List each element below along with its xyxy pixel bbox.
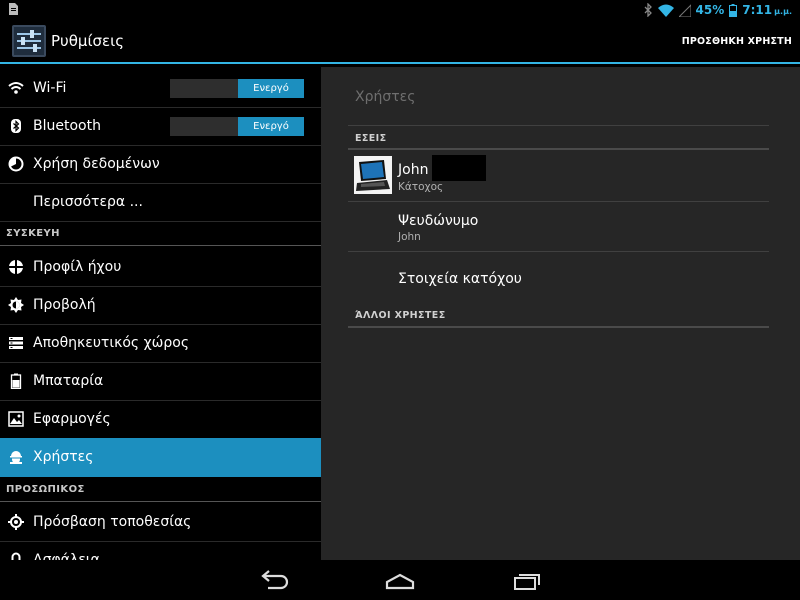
sidebar-item-data-usage[interactable]: Χρήση δεδομένων	[0, 145, 321, 184]
toggle-on-label: Ενεργό	[238, 79, 304, 98]
location-icon	[8, 514, 24, 530]
back-icon[interactable]	[254, 568, 294, 594]
sidebar-item-label: Προβολή	[33, 297, 96, 313]
wifi-icon	[8, 82, 24, 94]
settings-app-icon[interactable]	[12, 25, 46, 57]
data-usage-icon	[8, 156, 24, 172]
sidebar-item-label: Πρόσβαση τοποθεσίας	[33, 514, 192, 530]
storage-icon	[9, 337, 23, 349]
clock: 7:11 μ.μ.	[742, 3, 792, 17]
sidebar-item-sound[interactable]: Προφίλ ήχου	[0, 248, 321, 287]
sidebar-item-label: Χρήση δεδομένων	[33, 156, 160, 172]
pane-title: Χρήστες	[355, 89, 416, 105]
lock-icon	[11, 552, 21, 560]
cell-signal-icon	[678, 3, 691, 17]
owner-name: John	[398, 162, 429, 178]
divider	[0, 245, 321, 246]
wifi-status-icon	[657, 4, 674, 17]
divider	[348, 125, 769, 126]
redacted-surname	[432, 155, 486, 181]
apps-icon	[8, 411, 24, 427]
sidebar-item-security[interactable]: Ασφάλεια	[0, 541, 321, 560]
sidebar-item-bluetooth[interactable]: Bluetooth Ενεργό	[0, 107, 321, 146]
sidebar-item-more[interactable]: Περισσότερα ...	[0, 183, 321, 222]
settings-sidebar: Wi-Fi Ενεργό Bluetooth Ενεργό Χρήση δεδο…	[0, 67, 321, 560]
section-header-personal: ΠΡΟΣΩΠΙΚΟΣ	[6, 484, 85, 495]
bluetooth-icon	[11, 119, 21, 133]
sidebar-item-display[interactable]: Προβολή	[0, 286, 321, 325]
sidebar-item-wifi[interactable]: Wi-Fi Ενεργό	[0, 69, 321, 108]
action-bar: Ρυθμίσεις ΠΡΟΣΘΗΚΗ ΧΡΗΣΤΗ	[0, 20, 800, 64]
recent-apps-icon[interactable]	[507, 568, 547, 594]
sidebar-item-storage[interactable]: Αποθηκευτικός χώρος	[0, 324, 321, 363]
sidebar-item-location[interactable]: Πρόσβαση τοποθεσίας	[0, 503, 321, 542]
users-detail-pane: Χρήστες ΕΣΕΙΣ John Κάτοχος Ψευδώνυμο Joh…	[321, 67, 800, 560]
section-header-device: ΣΥΣΚΕΥΗ	[6, 228, 60, 239]
section-header-you: ΕΣΕΙΣ	[355, 133, 387, 144]
divider	[0, 501, 321, 502]
sidebar-item-label: Προφίλ ήχου	[33, 259, 122, 275]
status-bar: 45% 7:11 μ.μ.	[0, 0, 800, 20]
display-brightness-icon	[8, 297, 24, 313]
add-user-button[interactable]: ΠΡΟΣΘΗΚΗ ΧΡΗΣΤΗ	[682, 36, 792, 47]
sidebar-item-label: Μπαταρία	[33, 373, 104, 389]
sidebar-item-label: Bluetooth	[33, 118, 101, 134]
notification-icon	[9, 3, 18, 15]
sidebar-item-label: Περισσότερα ...	[33, 194, 143, 210]
nickname-label: Ψευδώνυμο	[398, 213, 479, 229]
sidebar-item-label: Wi-Fi	[33, 80, 67, 96]
nickname-value: John	[398, 231, 421, 243]
sidebar-item-label: Χρήστες	[33, 449, 94, 465]
wifi-toggle[interactable]: Ενεργό	[170, 79, 304, 98]
user-avatar	[354, 156, 392, 194]
battery-icon	[729, 3, 738, 17]
owner-role: Κάτοχος	[398, 181, 444, 193]
sound-profile-icon	[9, 260, 23, 274]
section-header-other-users: ΆΛΛΟΙ ΧΡΗΣΤΕΣ	[355, 310, 446, 321]
sidebar-item-label: Αποθηκευτικός χώρος	[33, 335, 190, 351]
users-icon	[10, 451, 22, 464]
page-title: Ρυθμίσεις	[51, 32, 125, 50]
divider	[348, 326, 769, 328]
home-icon[interactable]	[380, 568, 420, 594]
navigation-bar	[0, 560, 800, 600]
bluetooth-status-icon	[644, 3, 652, 17]
sidebar-item-label: Εφαρμογές	[33, 411, 111, 427]
sidebar-item-battery[interactable]: Μπαταρία	[0, 362, 321, 401]
sidebar-item-apps[interactable]: Εφαρμογές	[0, 400, 321, 439]
owner-info-label: Στοιχεία κατόχου	[398, 271, 522, 287]
bluetooth-toggle[interactable]: Ενεργό	[170, 117, 304, 136]
sidebar-item-label: Ασφάλεια	[33, 552, 100, 560]
sidebar-item-users[interactable]: Χρήστες	[0, 438, 321, 477]
battery-icon	[10, 373, 22, 389]
toggle-on-label: Ενεργό	[238, 117, 304, 136]
battery-percent: 45%	[695, 3, 725, 17]
